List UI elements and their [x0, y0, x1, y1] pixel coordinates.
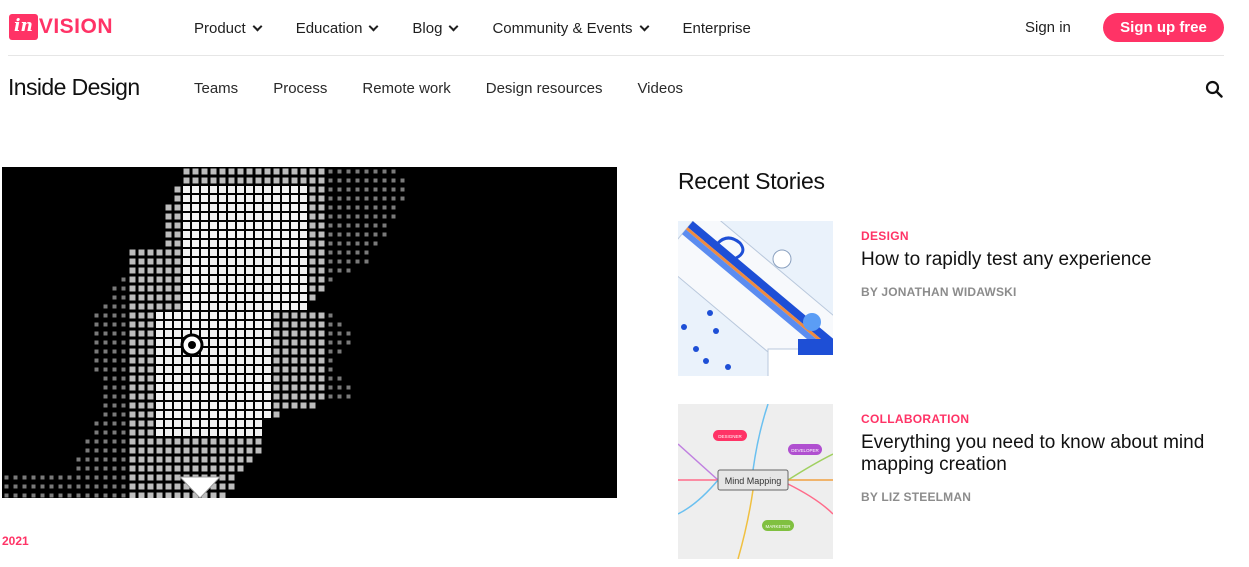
mind-map-node-1: DESIGNER [718, 434, 742, 439]
nav-blog[interactable]: Blog [412, 18, 459, 38]
nav-product[interactable]: Product [194, 18, 263, 38]
subnav-videos[interactable]: Videos [637, 80, 683, 97]
chevron-down-icon [639, 21, 649, 31]
nav-education[interactable]: Education [296, 18, 379, 38]
sign-up-button[interactable]: Sign up free [1103, 13, 1224, 42]
story-byline: BY JONATHAN WIDAWSKI [861, 285, 1017, 299]
chevron-down-icon [449, 21, 459, 31]
story-title[interactable]: Everything you need to know about mind m… [861, 432, 1206, 476]
subnav-teams[interactable]: Teams [194, 80, 238, 97]
subnav-process[interactable]: Process [273, 80, 327, 97]
test-experience-illustration [678, 221, 833, 376]
story-title[interactable]: How to rapidly test any experience [861, 249, 1206, 271]
secondary-navigation: Inside Design Teams Process Remote work … [0, 58, 1249, 118]
mind-map-node-3: MARKETER [765, 524, 791, 529]
nav-community-events[interactable]: Community & Events [492, 18, 649, 38]
story-thumbnail[interactable] [678, 221, 833, 376]
story-card[interactable]: Mind Mapping DESIGNER DEVELOPER MARKETER… [678, 404, 1238, 560]
hero-image[interactable] [2, 167, 617, 498]
search-icon[interactable] [1205, 80, 1223, 98]
mind-map-node-2: DEVELOPER [791, 448, 819, 453]
inside-design-brand[interactable]: Inside Design [8, 74, 140, 101]
mind-map-center-label: Mind Mapping [725, 476, 782, 486]
mind-mapping-illustration: Mind Mapping DESIGNER DEVELOPER MARKETER [678, 404, 833, 559]
subnav-design-resources[interactable]: Design resources [486, 80, 603, 97]
hero-year: 2021 [2, 534, 29, 548]
story-byline: BY LIZ STEELMAN [861, 490, 972, 504]
story-thumbnail[interactable]: Mind Mapping DESIGNER DEVELOPER MARKETER [678, 404, 833, 559]
logo-wordmark: VISION [38, 15, 114, 38]
top-navigation: in VISION Product Education Blog Communi… [0, 0, 1249, 56]
recent-stories-heading: Recent Stories [678, 168, 825, 194]
pixel-portrait-artwork [4, 168, 405, 498]
story-category[interactable]: DESIGN [861, 229, 909, 243]
story-category[interactable]: COLLABORATION [861, 412, 969, 426]
invision-logo[interactable]: in VISION [9, 13, 113, 41]
chevron-down-icon [368, 21, 379, 31]
sub-menu: Teams Process Remote work Design resourc… [194, 80, 718, 97]
nav-enterprise[interactable]: Enterprise [683, 18, 751, 38]
subnav-remote-work[interactable]: Remote work [362, 80, 450, 97]
sign-in-link[interactable]: Sign in [1025, 19, 1071, 36]
main-menu: Product Education Blog Community & Event… [194, 18, 786, 38]
chevron-down-icon [252, 21, 263, 31]
logo-mark: in [9, 14, 38, 40]
story-card[interactable]: DESIGN How to rapidly test any experienc… [678, 221, 1238, 377]
